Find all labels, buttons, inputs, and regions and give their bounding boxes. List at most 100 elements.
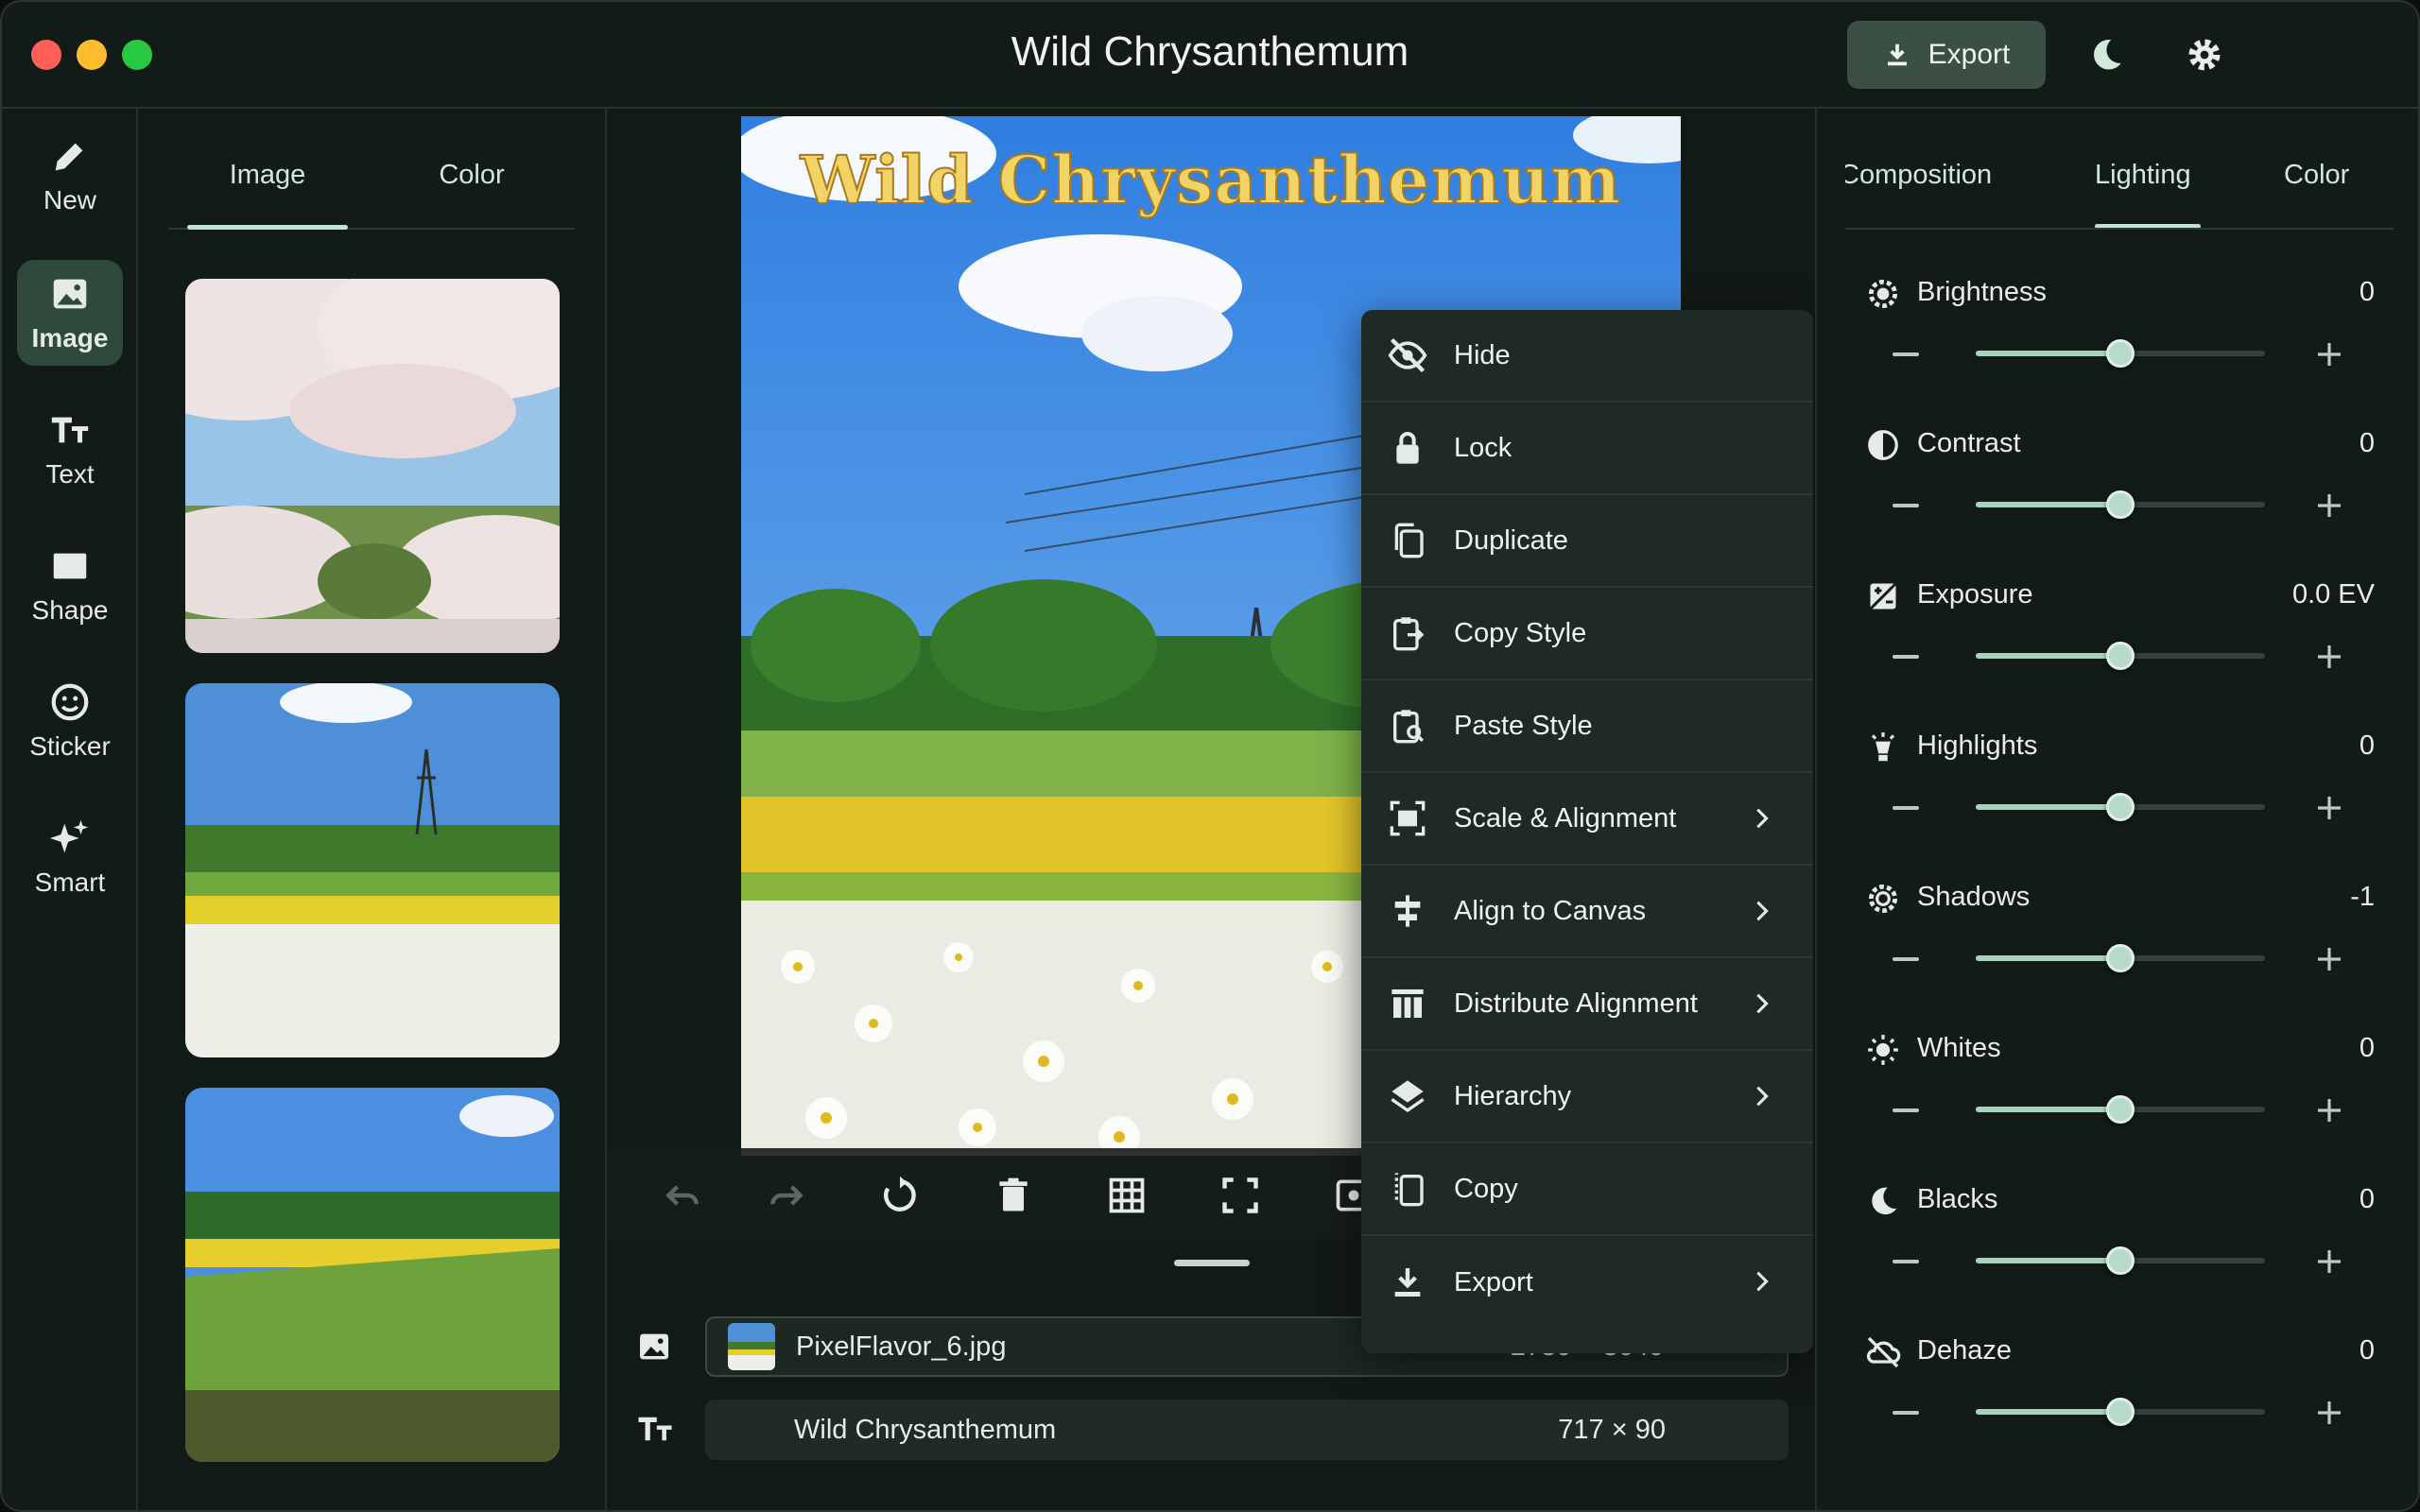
- rotate-button[interactable]: [873, 1169, 926, 1222]
- menu-item-label: Copy Style: [1454, 617, 1587, 648]
- title-bar: Wild Chrysanthemum Export: [2, 2, 2418, 109]
- increase-button[interactable]: [2314, 1398, 2344, 1428]
- adjustment-slider[interactable]: [1976, 1095, 2265, 1124]
- tab-color[interactable]: Color: [2284, 160, 2349, 191]
- tool-rail: New Image Text Shape Sticker Smart: [2, 109, 138, 1510]
- adjustment-slider[interactable]: [1976, 339, 2265, 368]
- plus-icon: [2318, 797, 2341, 819]
- rail-item-text[interactable]: Text: [17, 396, 123, 502]
- menu-item-align-to-canvas[interactable]: Align to Canvas: [1361, 866, 1813, 958]
- slider-fill: [1976, 653, 2120, 659]
- chevron-right-icon: [1756, 993, 1769, 1014]
- plus-icon: [2318, 1099, 2341, 1122]
- slider-knob[interactable]: [2106, 1398, 2135, 1426]
- left-panel-tabs: Image Color: [168, 156, 575, 230]
- increase-button[interactable]: [2314, 642, 2344, 672]
- menu-item-copy-style[interactable]: Copy Style: [1361, 588, 1813, 680]
- rail-item-smart[interactable]: Smart: [17, 804, 123, 910]
- slider-knob[interactable]: [2106, 642, 2135, 670]
- adjustment-slider[interactable]: [1976, 793, 2265, 821]
- rail-item-image[interactable]: Image: [17, 260, 123, 366]
- tab-lighting[interactable]: Lighting: [2095, 160, 2191, 191]
- canvas-text-layer[interactable]: Wild Chrysanthemum: [741, 140, 1681, 220]
- adjustment-label: Dehaze: [1917, 1335, 2012, 1366]
- decrease-button[interactable]: [1893, 352, 1919, 356]
- layer-row-text[interactable]: Wild Chrysanthemum 717 × 90: [705, 1400, 1789, 1460]
- slider-fill: [1976, 955, 2120, 961]
- decrease-button[interactable]: [1893, 806, 1919, 810]
- distribute-icon: [1386, 982, 1429, 1025]
- rail-item-sticker[interactable]: Sticker: [17, 668, 123, 774]
- tab-label: Image: [229, 160, 306, 190]
- adjustment-slider[interactable]: [1976, 944, 2265, 972]
- fit-screen-button[interactable]: [1214, 1169, 1267, 1222]
- cherry-blossom-thumbnail: [185, 279, 560, 653]
- menu-item-duplicate[interactable]: Duplicate: [1361, 495, 1813, 588]
- decrease-button[interactable]: [1893, 1411, 1919, 1415]
- adjustment-value: 0: [2359, 277, 2375, 307]
- menu-item-export[interactable]: Export: [1361, 1236, 1813, 1329]
- delete-button[interactable]: [987, 1169, 1040, 1222]
- decrease-button[interactable]: [1893, 957, 1919, 961]
- panel-drag-handle[interactable]: [1174, 1260, 1250, 1266]
- menu-item-label: Scale & Alignment: [1454, 802, 1677, 833]
- pencil-icon: [55, 143, 83, 171]
- slider-fill: [1976, 1107, 2120, 1112]
- image-thumbnail[interactable]: [185, 683, 560, 1057]
- exposure-icon: [1864, 577, 1902, 615]
- slider-knob[interactable]: [2106, 490, 2135, 519]
- increase-button[interactable]: [2314, 1095, 2344, 1125]
- active-tab-indicator: [2095, 224, 2201, 228]
- decrease-button[interactable]: [1893, 504, 1919, 507]
- settings-button[interactable]: [2180, 30, 2229, 79]
- slider-knob[interactable]: [2106, 339, 2135, 368]
- fullscreen-icon: [1222, 1177, 1258, 1213]
- adjustment-slider[interactable]: [1976, 1398, 2265, 1426]
- increase-button[interactable]: [2314, 793, 2344, 823]
- paste-style-icon: [1386, 704, 1429, 747]
- rail-item-shape[interactable]: Shape: [17, 532, 123, 638]
- slider-knob[interactable]: [2106, 944, 2135, 972]
- menu-item-hide[interactable]: Hide: [1361, 310, 1813, 403]
- slider-fill: [1976, 351, 2120, 356]
- undo-button[interactable]: [656, 1169, 709, 1222]
- tab-image[interactable]: Image: [168, 156, 367, 230]
- tab-composition[interactable]: Composition: [1845, 160, 1992, 191]
- decrease-button[interactable]: [1893, 1260, 1919, 1263]
- plus-icon: [2318, 494, 2341, 517]
- rail-item-new[interactable]: New: [17, 122, 123, 228]
- image-thumbnail[interactable]: [185, 279, 560, 653]
- menu-item-lock[interactable]: Lock: [1361, 403, 1813, 495]
- rail-item-label: Smart: [34, 868, 106, 897]
- menu-item-label: Lock: [1454, 432, 1512, 463]
- menu-item-scale-alignment[interactable]: Scale & Alignment: [1361, 773, 1813, 866]
- image-thumbnail[interactable]: [185, 1088, 560, 1462]
- slider-knob[interactable]: [2106, 793, 2135, 821]
- adjustment-slider[interactable]: [1976, 1246, 2265, 1275]
- increase-button[interactable]: [2314, 944, 2344, 974]
- adjustment-value: 0: [2359, 1033, 2375, 1063]
- dark-mode-button[interactable]: [2082, 30, 2131, 79]
- redo-button[interactable]: [760, 1169, 813, 1222]
- menu-item-hierarchy[interactable]: Hierarchy: [1361, 1051, 1813, 1143]
- decrease-button[interactable]: [1893, 655, 1919, 659]
- decrease-button[interactable]: [1893, 1108, 1919, 1112]
- slider-knob[interactable]: [2106, 1095, 2135, 1124]
- slider-knob[interactable]: [2106, 1246, 2135, 1275]
- menu-item-distribute-alignment[interactable]: Distribute Alignment: [1361, 958, 1813, 1051]
- increase-button[interactable]: [2314, 339, 2344, 369]
- menu-item-label: Hierarchy: [1454, 1080, 1572, 1111]
- increase-button[interactable]: [2314, 1246, 2344, 1277]
- sparkle-icon: [49, 819, 89, 853]
- grid-button[interactable]: [1100, 1169, 1153, 1222]
- export-button[interactable]: Export: [1847, 21, 2046, 89]
- app-window: Wild Chrysanthemum Export New Image Text…: [0, 0, 2420, 1512]
- download-icon: [1887, 43, 1907, 66]
- adjustment-slider[interactable]: [1976, 490, 2265, 519]
- menu-item-copy[interactable]: Copy: [1361, 1143, 1813, 1236]
- increase-button[interactable]: [2314, 490, 2344, 521]
- undo-icon: [666, 1185, 699, 1206]
- adjustment-slider[interactable]: [1976, 642, 2265, 670]
- menu-item-paste-style[interactable]: Paste Style: [1361, 680, 1813, 773]
- tab-color[interactable]: Color: [372, 156, 571, 228]
